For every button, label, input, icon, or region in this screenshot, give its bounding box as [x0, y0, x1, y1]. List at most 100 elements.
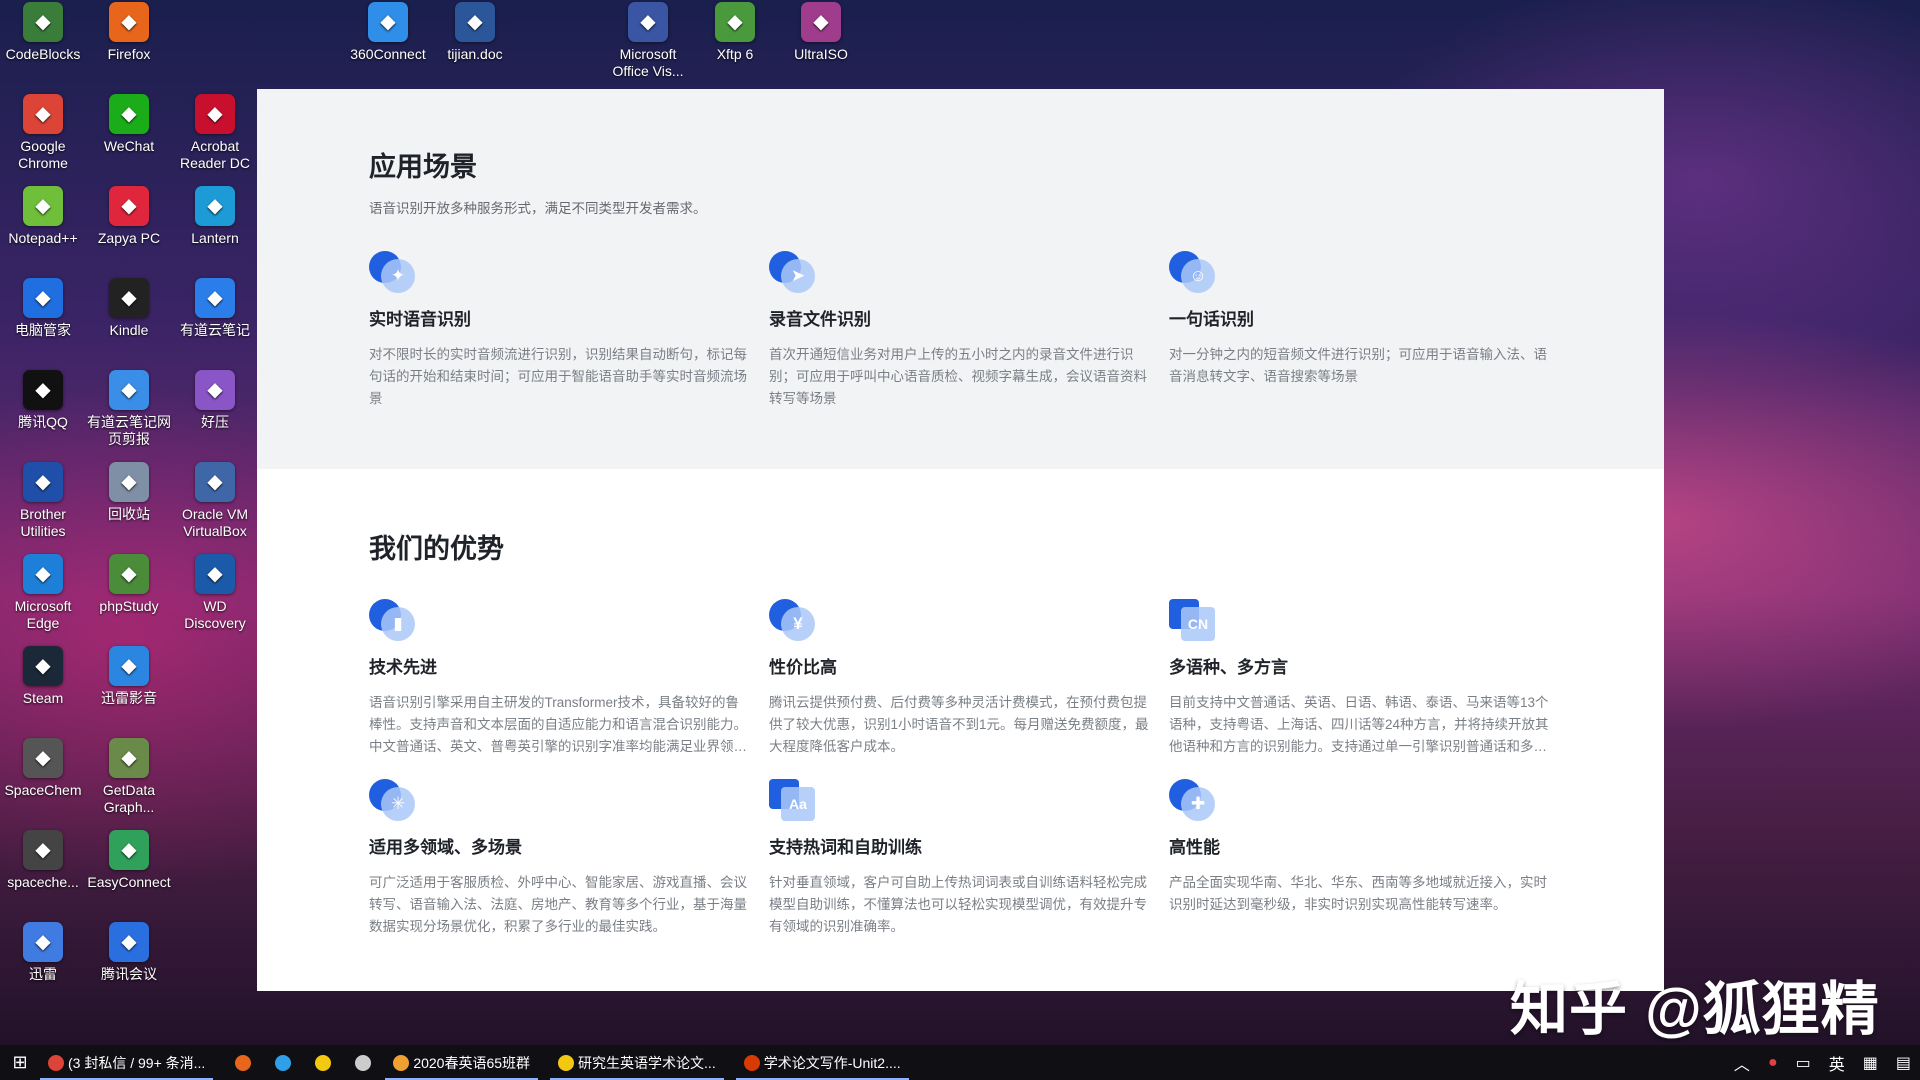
desktop-icon-label: 腾讯QQ: [18, 414, 68, 430]
desktop-icon[interactable]: ◆ SpaceChem: [0, 738, 86, 799]
desktop-icon[interactable]: ◆ Xftp 6: [692, 2, 778, 63]
feature-card: CN 多语种、多方言 目前支持中文普通话、英语、日语、韩语、泰语、马来语等13个语种…: [1169, 597, 1549, 758]
app-icon: ◆: [109, 922, 149, 962]
desktop-icon[interactable]: ◆ phpStudy: [86, 554, 172, 615]
keyboard-icon[interactable]: ▦: [1854, 1053, 1887, 1073]
windows-start-icon[interactable]: ⊞: [0, 1045, 40, 1080]
app-icon: ◆: [23, 646, 63, 686]
app-icon: ◆: [109, 462, 149, 502]
desktop-icon-label: EasyConnect: [87, 874, 171, 890]
desktop-icon[interactable]: ◆ CodeBlocks: [0, 2, 86, 63]
feature-card: ✳ 适用多领域、多场景 可广泛适用于客服质检、外呼中心、智能家居、游戏直播、会议转写…: [369, 777, 749, 938]
app-icon: ◆: [195, 278, 235, 318]
notification-icon[interactable]: ▤: [1887, 1053, 1920, 1073]
desktop-icon[interactable]: ◆ 腾讯QQ: [0, 370, 86, 431]
desktop-icon[interactable]: ◆ 好压: [172, 370, 258, 431]
desktop-icon[interactable]: ◆ Microsoft Edge: [0, 554, 86, 632]
desktop-icon[interactable]: ◆ 迅雷: [0, 922, 86, 983]
desktop-icon[interactable]: ◆ Notepad++: [0, 186, 86, 247]
app-icon: ◆: [23, 186, 63, 226]
feature-card-desc: 对不限时长的实时音频流进行识别，识别结果自动断句，标记每句话的开始和结束时间；可…: [369, 347, 747, 406]
desktop-icon[interactable]: ◆ GetData Graph...: [86, 738, 172, 816]
desktop-icon[interactable]: ◆ 迅雷影音: [86, 646, 172, 707]
feature-card-title: 多语种、多方言: [1169, 658, 1288, 677]
system-tray: ︿ ● ▭ 英 ▦ ▤: [1725, 1045, 1920, 1080]
feature-card-desc: 腾讯云提供预付费、后付费等多种灵活计费模式，在预付费包提供了较大优惠，识别1小时…: [769, 695, 1149, 754]
feature-card-title: 技术先进: [369, 658, 437, 677]
desktop-icon[interactable]: ◆ Oracle VM VirtualBox: [172, 462, 258, 540]
taskbar-item[interactable]: 研究生英语学术论文...: [550, 1045, 724, 1080]
cost-effective-icon: ¥: [769, 597, 819, 643]
desktop-icon[interactable]: ◆ Kindle: [86, 278, 172, 339]
network-icon[interactable]: ▭: [1787, 1053, 1820, 1073]
desktop-icon[interactable]: ◆ Steam: [0, 646, 86, 707]
taskbar-item[interactable]: (3 封私信 / 99+ 条消...: [40, 1045, 214, 1080]
desktop-icon-label: 360Connect: [350, 46, 426, 62]
desktop-icon[interactable]: ◆ 电脑管家: [0, 278, 86, 339]
desktop-icon[interactable]: ◆ 腾讯会议: [86, 922, 172, 983]
feature-card: ➤ 录音文件识别 首次开通短信业务对用户上传的五小时之内的录音文件进行识别；可应用于…: [769, 249, 1149, 410]
advanced-tech-icon: ▮: [369, 597, 419, 643]
app-icon: ◆: [23, 922, 63, 962]
feature-card-desc: 语音识别引擎采用自主研发的Transformer技术，具备较好的鲁棒性。支持声音…: [369, 695, 747, 754]
desktop-icon-label: Zapya PC: [97, 230, 161, 246]
desktop-icon[interactable]: ◆ Microsoft Office Vis...: [605, 2, 691, 80]
tray-app-icon[interactable]: ●: [1759, 1054, 1787, 1072]
taskbar-item[interactable]: 2020春英语65班群: [385, 1045, 538, 1080]
hotword-training-icon: Aa: [769, 777, 819, 823]
desktop-icon-label: 有道云笔记: [180, 322, 250, 338]
feature-card: ☺ 一句话识别 对一分钟之内的短音频文件进行识别；可应用于语音输入法、语音消息转文字…: [1169, 249, 1549, 388]
multilingual-icon: CN: [1169, 597, 1219, 643]
taskbar-item[interactable]: [305, 1045, 345, 1080]
desktop-icon-label: Acrobat Reader DC: [179, 138, 251, 171]
app-icon: ◆: [23, 830, 63, 870]
feature-card-title: 一句话识别: [1169, 310, 1254, 329]
app-icon: ◆: [23, 2, 63, 42]
desktop-icon[interactable]: ◆ 回收站: [86, 462, 172, 523]
feature-card: ▮ 技术先进语音识别引擎采用自主研发的Transformer技术，具备较好的鲁棒性…: [369, 597, 749, 758]
app-icon: ◆: [23, 738, 63, 778]
desktop-icon[interactable]: ◆ 360Connect: [345, 2, 431, 63]
taskbar-app-icon: [558, 1054, 575, 1071]
desktop-icon[interactable]: ◆ Acrobat Reader DC: [172, 94, 258, 172]
chevron-up-icon[interactable]: ︿: [1725, 1051, 1759, 1075]
desktop-icon[interactable]: ◆ tijian.doc: [432, 2, 518, 63]
ime-indicator[interactable]: 英: [1820, 1051, 1854, 1075]
feature-card: ✦ 实时语音识别 对不限时长的实时音频流进行识别，识别结果自动断句，标记每句话的开始…: [369, 249, 749, 410]
feature-card: Aa 支持热词和自助训练 针对垂直领域，客户可自助上传热词词表或自训练语料轻松完成模…: [769, 777, 1149, 938]
taskbar-item[interactable]: 学术论文写作-Unit2....: [735, 1045, 909, 1080]
desktop-icon-label: Steam: [22, 690, 64, 706]
taskbar-item[interactable]: [225, 1045, 265, 1080]
desktop-icon-label: Microsoft Edge: [14, 598, 72, 631]
taskbar-item[interactable]: [265, 1045, 305, 1080]
taskbar-app-icon: [48, 1054, 64, 1071]
desktop-icon[interactable]: ◆ UltraISO: [778, 2, 864, 63]
scenarios-subtitle: 语音识别开放多种服务形式，满足不同类型开发者需求。: [369, 201, 707, 216]
desktop-icon[interactable]: ◆ WD Discovery: [172, 554, 258, 632]
scenarios-title: 应用场景: [369, 152, 477, 182]
desktop-icon[interactable]: ◆ Zapya PC: [86, 186, 172, 247]
desktop-icon[interactable]: ◆ Brother Utilities: [0, 462, 86, 540]
desktop-icon[interactable]: ◆ Google Chrome: [0, 94, 86, 172]
app-icon: ◆: [715, 2, 755, 42]
desktop-icon[interactable]: ◆ EasyConnect: [86, 830, 172, 891]
taskbar-app-icon: [355, 1054, 372, 1071]
app-icon: ◆: [195, 186, 235, 226]
desktop-icon[interactable]: ◆ WeChat: [86, 94, 172, 155]
desktop-icon[interactable]: ◆ spaceche...: [0, 830, 86, 891]
app-icon: ◆: [195, 462, 235, 502]
scenarios-section: 应用场景 语音识别开放多种服务形式，满足不同类型开发者需求。 ✦ 实时语音识别 对不…: [257, 89, 1664, 469]
desktop-icon[interactable]: ◆ Lantern: [172, 186, 258, 247]
desktop-icon[interactable]: ◆ 有道云笔记网页剪报: [86, 370, 172, 448]
one-sentence-icon: ☺: [1169, 249, 1219, 295]
app-icon: ◆: [23, 278, 63, 318]
taskbar-item[interactable]: [345, 1045, 385, 1080]
advantages-title: 我们的优势: [369, 534, 504, 564]
taskbar-item-label: 研究生英语学术论文...: [578, 1054, 716, 1071]
taskbar: ⊞ (3 封私信 / 99+ 条消... 2020春英语65班群 研究生英语学术论文…: [0, 1045, 1920, 1080]
feature-card-desc: 针对垂直领域，客户可自助上传热词词表或自训练语料轻松完成模型自助训练，不懂算法也…: [769, 875, 1147, 934]
app-icon: ◆: [109, 186, 149, 226]
browser-page: 应用场景 语音识别开放多种服务形式，满足不同类型开发者需求。 ✦ 实时语音识别 对不…: [257, 89, 1664, 991]
desktop-icon[interactable]: ◆ 有道云笔记: [172, 278, 258, 339]
desktop-icon[interactable]: ◆ Firefox: [86, 2, 172, 63]
